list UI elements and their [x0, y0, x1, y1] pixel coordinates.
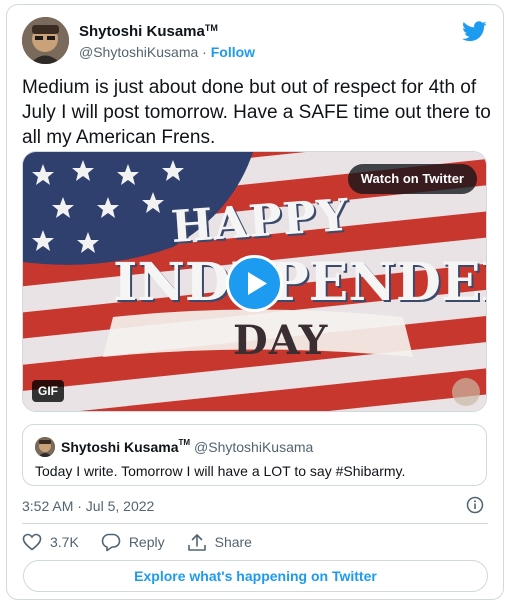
like-button[interactable]: 3.7K	[22, 533, 79, 551]
quoted-display-name: Shytoshi Kusama	[61, 439, 179, 455]
quoted-text: Today I write. Tomorrow I will have a LO…	[35, 463, 406, 479]
twitter-bird-icon[interactable]	[462, 21, 487, 42]
author-handle[interactable]: @ShytoshiKusama	[79, 44, 198, 60]
quoted-avatar	[35, 437, 55, 457]
author-avatar[interactable]	[22, 17, 69, 64]
play-button[interactable]	[226, 255, 283, 312]
watch-on-twitter-button[interactable]: Watch on Twitter	[347, 164, 477, 194]
reply-icon	[101, 533, 121, 551]
share-button[interactable]: Share	[187, 533, 252, 552]
share-icon	[187, 533, 206, 551]
tweet-text: Medium is just about done but out of res…	[22, 77, 491, 148]
tweet-card: Shytoshi Kusama TM @ShytoshiKusama · Fol…	[6, 4, 504, 600]
headline-day: DAY	[233, 317, 329, 364]
share-label: Share	[214, 534, 252, 550]
play-icon	[248, 272, 267, 295]
author-display-name[interactable]: Shytoshi Kusama	[79, 23, 205, 41]
follow-link[interactable]: Follow	[211, 44, 255, 60]
gif-badge: GIF	[32, 380, 64, 402]
quoted-tweet[interactable]: Shytoshi Kusama TM @ShytoshiKusama Today…	[22, 424, 487, 486]
gif-media[interactable]: HAPPY INDEPENDENCE DAY Watch on Twitter …	[22, 151, 487, 412]
reply-label: Reply	[128, 534, 165, 550]
reply-button[interactable]: Reply	[101, 533, 165, 552]
tweet-actions: 3.7K Reply Share	[22, 529, 274, 555]
quoted-trademark: TM	[178, 438, 191, 447]
headline-happy: HAPPY	[169, 189, 351, 254]
author-name-row[interactable]: Shytoshi Kusama TM	[79, 23, 218, 41]
headline-independence: INDEPENDENCE	[113, 252, 486, 313]
author-handle-row: @ShytoshiKusama · Follow	[79, 43, 255, 61]
like-count: 3.7K	[50, 534, 79, 550]
quoted-name-row: Shytoshi Kusama TM @ShytoshiKusama	[61, 438, 313, 456]
explore-twitter-button[interactable]: Explore what's happening on Twitter	[23, 560, 488, 592]
tweet-timestamp[interactable]: 3:52 AM · Jul 5, 2022	[22, 497, 154, 515]
quoted-handle: @ShytoshiKusama	[194, 439, 314, 455]
trademark-superscript: TM	[204, 23, 218, 33]
divider	[22, 523, 488, 524]
heart-icon	[22, 533, 42, 551]
handle-separator: ·	[198, 44, 211, 60]
info-icon[interactable]	[466, 496, 484, 514]
